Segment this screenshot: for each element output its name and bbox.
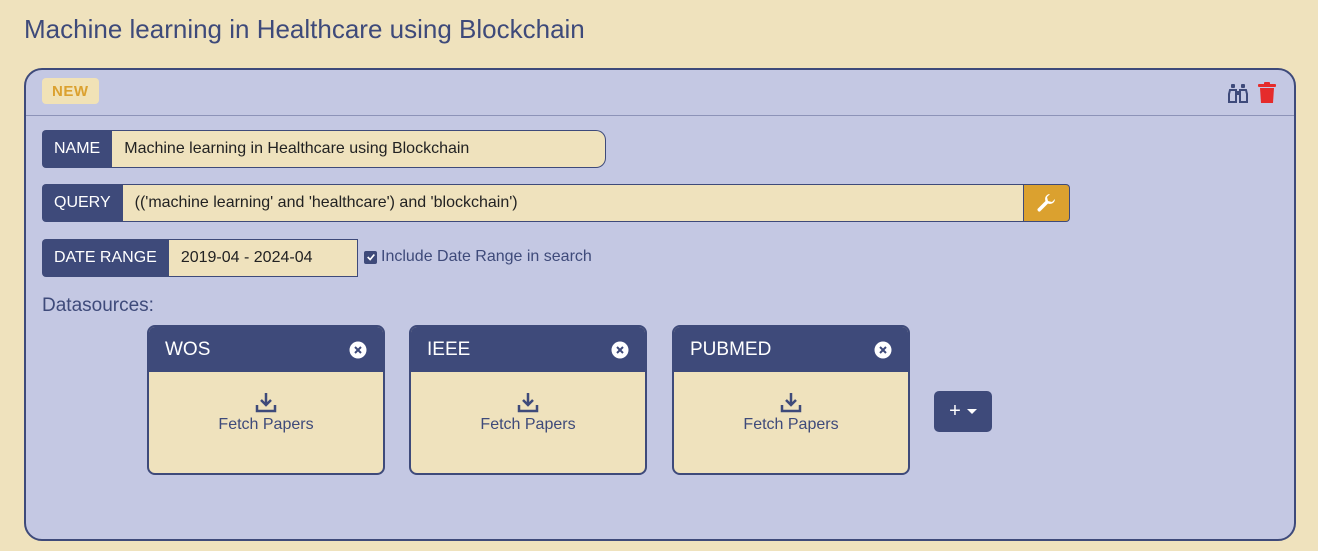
caret-down-icon bbox=[966, 409, 977, 414]
datasources-label: Datasources: bbox=[42, 295, 154, 316]
include-date-checkbox[interactable] bbox=[364, 250, 377, 264]
fetch-papers-button[interactable]: Fetch Papers bbox=[149, 372, 383, 434]
card-header: NEW bbox=[26, 70, 1294, 116]
date-range-row: DATE RANGE 2019-04 - 2024-04 bbox=[42, 239, 358, 277]
datasource-header: IEEE bbox=[411, 327, 645, 372]
fetch-papers-button[interactable]: Fetch Papers bbox=[411, 372, 645, 434]
datasource-header: WOS bbox=[149, 327, 383, 372]
add-datasource-button[interactable]: + bbox=[934, 391, 992, 432]
new-badge: NEW bbox=[42, 78, 99, 104]
fetch-papers-label: Fetch Papers bbox=[218, 416, 314, 433]
close-circle-icon[interactable] bbox=[611, 341, 629, 359]
query-builder-button[interactable] bbox=[1023, 184, 1070, 222]
datasource-card-ieee: IEEE Fetch Papers bbox=[409, 325, 647, 475]
name-row: NAME Machine learning in Healthcare usin… bbox=[42, 130, 607, 168]
page-title: Machine learning in Healthcare using Blo… bbox=[24, 14, 585, 44]
datasource-name: IEEE bbox=[427, 338, 471, 360]
fetch-papers-label: Fetch Papers bbox=[743, 416, 839, 433]
name-input[interactable]: Machine learning in Healthcare using Blo… bbox=[112, 130, 607, 168]
datasource-header: PUBMED bbox=[674, 327, 908, 372]
card-actions bbox=[1228, 82, 1278, 104]
include-date-range: Include Date Range in search bbox=[364, 248, 592, 266]
binoculars-icon[interactable] bbox=[1228, 82, 1248, 104]
download-icon bbox=[780, 391, 802, 413]
add-label: + bbox=[949, 400, 961, 422]
project-card: NEW NAME Machine learning in Healthcare … bbox=[24, 68, 1296, 541]
query-row: QUERY (('machine learning' and 'healthca… bbox=[42, 184, 1070, 222]
name-label: NAME bbox=[42, 130, 113, 168]
date-range-label: DATE RANGE bbox=[42, 239, 169, 277]
query-input[interactable]: (('machine learning' and 'healthcare') a… bbox=[122, 184, 1024, 222]
download-icon bbox=[255, 391, 277, 413]
trash-icon[interactable] bbox=[1258, 82, 1278, 104]
include-date-label[interactable]: Include Date Range in search bbox=[381, 248, 592, 266]
datasource-name: WOS bbox=[165, 338, 211, 360]
datasource-card-pubmed: PUBMED Fetch Papers bbox=[672, 325, 910, 475]
query-label: QUERY bbox=[42, 184, 123, 222]
fetch-papers-button[interactable]: Fetch Papers bbox=[674, 372, 908, 434]
datasource-name: PUBMED bbox=[690, 338, 772, 360]
download-icon bbox=[517, 391, 539, 413]
wrench-icon bbox=[1036, 193, 1056, 213]
date-range-input[interactable]: 2019-04 - 2024-04 bbox=[168, 239, 358, 277]
close-circle-icon[interactable] bbox=[349, 341, 367, 359]
close-circle-icon[interactable] bbox=[874, 341, 892, 359]
fetch-papers-label: Fetch Papers bbox=[480, 416, 576, 433]
datasource-card-wos: WOS Fetch Papers bbox=[147, 325, 385, 475]
